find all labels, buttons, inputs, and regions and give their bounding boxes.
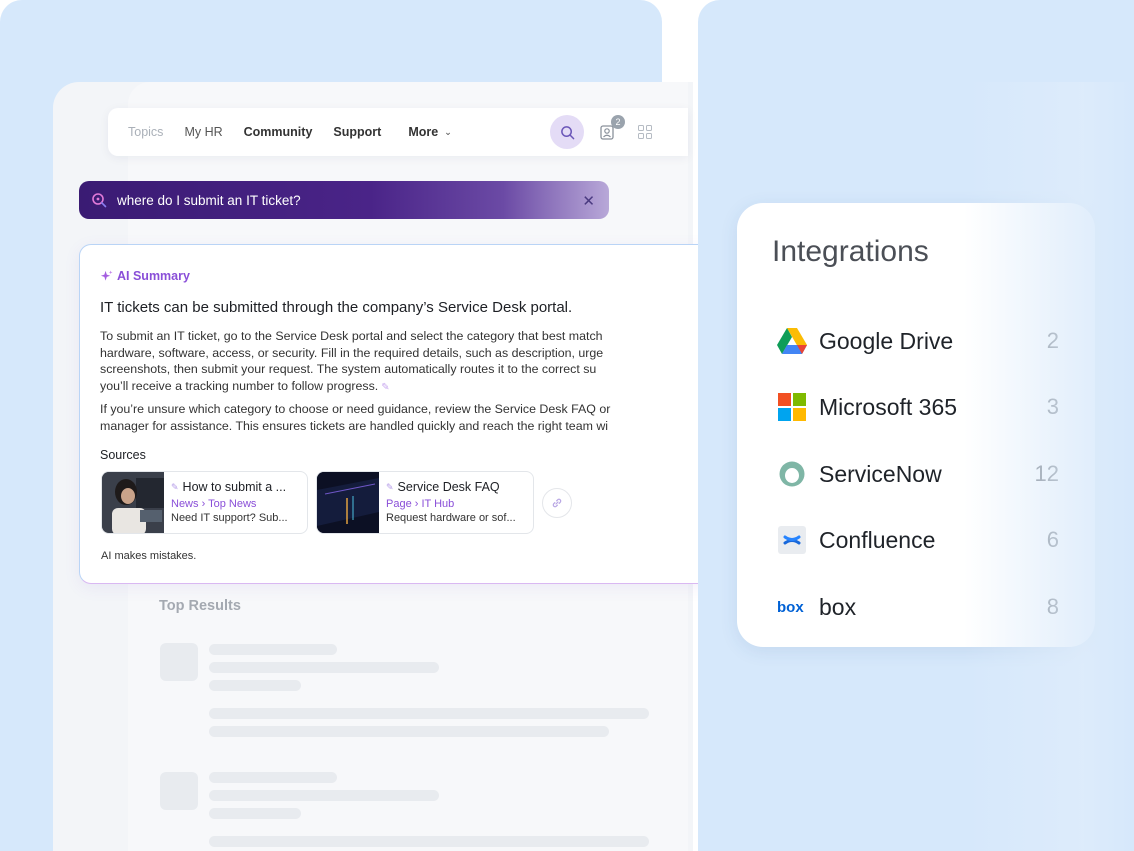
ai-summary-title-text: AI Summary bbox=[117, 269, 190, 283]
skeleton-thumbnail bbox=[160, 772, 198, 810]
source-type: Page bbox=[386, 498, 412, 510]
source-thumbnail bbox=[317, 472, 379, 533]
source-card-1[interactable]: ✎ How to submit a ... News › Top News Nee… bbox=[101, 471, 308, 534]
sparkle-icon bbox=[100, 269, 113, 281]
skeleton-line bbox=[209, 836, 649, 847]
search-icon bbox=[560, 125, 574, 139]
integration-name: Google Drive bbox=[819, 327, 954, 354]
search-button[interactable] bbox=[550, 115, 584, 149]
source-type: News bbox=[171, 498, 199, 510]
notification-badge: 2 bbox=[611, 115, 625, 129]
link-icon: ✎ bbox=[386, 481, 394, 492]
integration-count: 2 bbox=[1046, 328, 1059, 353]
integration-count: 12 bbox=[1034, 461, 1059, 486]
nav-item-community[interactable]: Community bbox=[244, 125, 313, 139]
top-results-heading: Top Results bbox=[159, 598, 241, 614]
source-title: How to submit a ... bbox=[182, 480, 287, 494]
paragraph-line-text: you’ll receive a tracking number to foll… bbox=[100, 378, 379, 393]
paragraph-line: If you’re unsure which category to choos… bbox=[100, 402, 611, 416]
paragraph-line: hardware, software, access, or security.… bbox=[100, 345, 604, 360]
citation-icon[interactable]: ✎ bbox=[381, 382, 389, 393]
sources-label: Sources bbox=[100, 448, 146, 462]
apps-grid-icon[interactable] bbox=[638, 125, 652, 144]
integration-row-servicenow[interactable]: ServiceNow 12 bbox=[777, 454, 1059, 494]
skeleton-line bbox=[209, 726, 609, 737]
integration-name: Confluence bbox=[819, 526, 936, 553]
more-sources-button[interactable] bbox=[542, 488, 572, 518]
skeleton-thumbnail bbox=[160, 643, 198, 681]
integration-row-google-drive[interactable]: Google Drive 2 bbox=[777, 321, 1059, 361]
source-thumbnail bbox=[102, 472, 164, 533]
box-icon: box bbox=[777, 592, 807, 622]
ai-summary-headline: IT tickets can be submitted through the … bbox=[100, 299, 573, 316]
source-location: Top News bbox=[208, 498, 257, 510]
ai-summary-card: AI Summary IT tickets can be submitted t… bbox=[79, 244, 719, 584]
ai-disclaimer: AI makes mistakes. bbox=[101, 550, 197, 562]
integration-row-box[interactable]: box box 8 bbox=[777, 587, 1059, 627]
paragraph-line: screenshots, then submit your request. T… bbox=[100, 362, 597, 376]
link-icon bbox=[552, 498, 562, 508]
ai-search-icon bbox=[92, 193, 107, 208]
search-input[interactable]: where do I submit an IT ticket? ✕ bbox=[79, 181, 609, 219]
confluence-icon bbox=[777, 525, 807, 555]
nav-more-menu[interactable]: More ⌄ bbox=[408, 125, 451, 139]
top-nav-bar: Topics My HR Community Support More ⌄ 2 bbox=[108, 108, 688, 156]
integration-name: Microsoft 365 bbox=[819, 393, 958, 420]
paragraph-line: manager for assistance. This ensures tic… bbox=[100, 418, 609, 433]
skeleton-line bbox=[209, 772, 337, 783]
nav-item-topics[interactable]: Topics bbox=[128, 125, 163, 139]
search-query-text: where do I submit an IT ticket? bbox=[117, 192, 301, 208]
paragraph-line: you’ll receive a tracking number to foll… bbox=[100, 378, 700, 397]
skeleton-line bbox=[209, 790, 439, 801]
integration-row-microsoft-365[interactable]: Microsoft 365 3 bbox=[777, 387, 1059, 427]
source-location: IT Hub bbox=[421, 498, 455, 510]
integration-name: box bbox=[819, 593, 857, 620]
svg-text:box: box bbox=[777, 599, 804, 615]
skeleton-line bbox=[209, 708, 649, 719]
integration-count: 6 bbox=[1046, 527, 1059, 552]
source-description: Request hardware or sof... bbox=[386, 512, 516, 524]
nav-item-my-hr[interactable]: My HR bbox=[184, 125, 222, 139]
close-icon[interactable]: ✕ bbox=[582, 192, 595, 210]
integrations-title: Integrations bbox=[772, 235, 929, 268]
integrations-card: Integrations Google Drive 2 Microsoft 36… bbox=[737, 203, 1095, 647]
ai-summary-paragraph-2: If you’re unsure which category to choos… bbox=[100, 401, 700, 434]
skeleton-line bbox=[209, 680, 301, 691]
source-title: Service Desk FAQ bbox=[397, 480, 500, 494]
nav-more-label: More bbox=[408, 125, 439, 139]
skeleton-line bbox=[209, 808, 301, 819]
integration-row-confluence[interactable]: Confluence 6 bbox=[777, 520, 1059, 560]
integration-name: ServiceNow bbox=[819, 460, 942, 487]
skeleton-line bbox=[209, 644, 337, 655]
integration-count: 3 bbox=[1046, 394, 1059, 419]
google-drive-icon bbox=[777, 326, 807, 356]
integration-count: 8 bbox=[1046, 594, 1059, 619]
ai-summary-title: AI Summary bbox=[100, 269, 190, 283]
paragraph-line: To submit an IT ticket, go to the Servic… bbox=[100, 329, 603, 343]
source-card-2[interactable]: ✎ Service Desk FAQ Page › IT Hub Request … bbox=[316, 471, 534, 534]
skeleton-line bbox=[209, 662, 439, 673]
nav-item-support[interactable]: Support bbox=[333, 125, 381, 139]
link-icon: ✎ bbox=[171, 481, 179, 492]
microsoft-365-icon bbox=[777, 392, 807, 422]
servicenow-icon bbox=[777, 459, 807, 489]
source-description: Need IT support? Sub... bbox=[171, 512, 288, 524]
chevron-down-icon: ⌄ bbox=[444, 126, 452, 137]
ai-summary-paragraph-1: To submit an IT ticket, go to the Servic… bbox=[100, 328, 700, 396]
